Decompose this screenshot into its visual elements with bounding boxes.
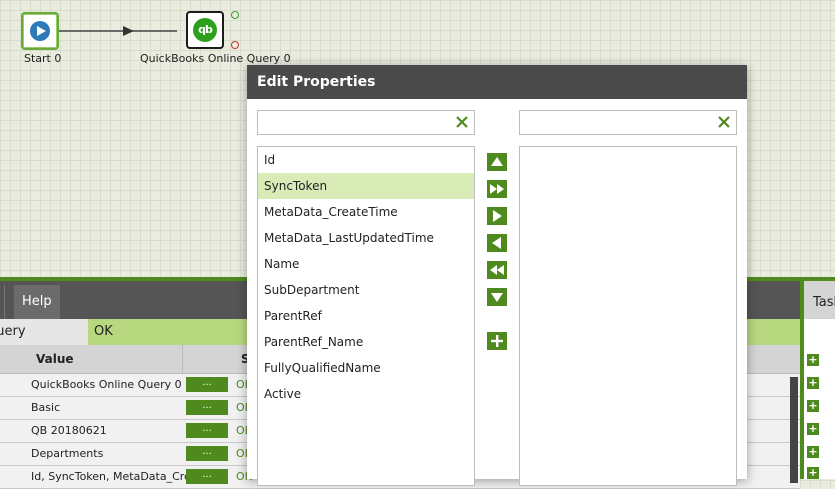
quickbooks-icon: qb <box>193 18 217 42</box>
selected-filter-input[interactable] <box>520 111 722 134</box>
add-icon[interactable]: + <box>807 446 819 458</box>
list-item[interactable]: Id <box>258 147 474 173</box>
list-item[interactable]: Active <box>258 381 474 407</box>
quickbooks-node-label: QuickBooks Online Query 0 <box>140 52 291 65</box>
double-arrow-right-icon <box>490 184 504 194</box>
add-icon[interactable]: + <box>807 423 819 435</box>
list-item[interactable]: SubDepartment <box>258 277 474 303</box>
list-item[interactable]: ParentRef <box>258 303 474 329</box>
available-filter-input[interactable] <box>258 111 460 134</box>
move-up-button[interactable] <box>487 153 507 171</box>
list-item[interactable]: MetaData_CreateTime <box>258 199 474 225</box>
add-icon[interactable]: + <box>807 400 819 412</box>
add-icon[interactable]: + <box>807 467 819 479</box>
start-node-label: Start 0 <box>24 52 62 65</box>
edit-button[interactable]: ... <box>186 400 228 415</box>
add-all-button[interactable] <box>487 180 507 198</box>
add-icon[interactable]: + <box>807 377 819 389</box>
row-value: Id, SyncToken, MetaData_Cre... <box>31 470 202 483</box>
quickbooks-query-node[interactable]: qb <box>186 11 224 49</box>
move-down-button[interactable] <box>487 288 507 306</box>
remove-all-button[interactable] <box>487 261 507 279</box>
task-panel: Task + + + + + + <box>800 277 835 479</box>
list-item[interactable]: ParentRef_Name <box>258 329 474 355</box>
connector-arrow <box>59 26 177 36</box>
edit-button[interactable]: ... <box>186 446 228 461</box>
status-name: Query <box>0 324 26 339</box>
list-item[interactable]: FullyQualifiedName <box>258 355 474 381</box>
clear-icon[interactable] <box>454 114 470 130</box>
tab-help[interactable]: Help <box>14 285 60 319</box>
double-arrow-left-icon <box>490 265 504 275</box>
play-icon <box>30 21 50 41</box>
error-port[interactable] <box>231 41 239 49</box>
clear-icon[interactable] <box>716 114 732 130</box>
edit-button[interactable]: ... <box>186 377 228 392</box>
selected-filter <box>519 110 737 135</box>
list-item[interactable]: Name <box>258 251 474 277</box>
selected-fields-list[interactable] <box>519 146 737 486</box>
list-item[interactable]: SyncToken <box>258 173 474 199</box>
remove-button[interactable] <box>487 234 507 252</box>
arrow-right-icon <box>493 210 502 222</box>
row-value: Departments <box>31 447 104 460</box>
available-fields-list[interactable]: Id SyncToken MetaData_CreateTime MetaDat… <box>257 146 475 486</box>
arrow-left-icon <box>492 237 501 249</box>
available-filter <box>257 110 475 135</box>
row-value: QuickBooks Online Query 0 <box>31 378 182 391</box>
arrow-up-icon <box>491 157 503 166</box>
start-node[interactable] <box>21 12 59 50</box>
add-custom-button[interactable] <box>487 332 507 350</box>
tab-task[interactable]: Task <box>804 281 835 319</box>
add-button[interactable] <box>487 207 507 225</box>
edit-properties-dialog: Edit Properties Id SyncToken MetaData_Cr… <box>247 65 747 486</box>
edit-button[interactable]: ... <box>186 469 228 484</box>
table-scrollbar[interactable] <box>790 377 798 483</box>
edit-button[interactable]: ... <box>186 423 228 438</box>
row-value: Basic <box>31 401 61 414</box>
dialog-title: Edit Properties <box>247 65 747 99</box>
plus-icon <box>491 335 503 347</box>
row-value: QB 20180621 <box>31 424 107 437</box>
arrow-down-icon <box>491 293 503 302</box>
tab-partial[interactable] <box>0 285 5 319</box>
value-column-header: Value <box>36 352 74 366</box>
list-item[interactable]: MetaData_LastUpdatedTime <box>258 225 474 251</box>
success-port[interactable] <box>231 11 239 19</box>
add-icon[interactable]: + <box>807 354 819 366</box>
